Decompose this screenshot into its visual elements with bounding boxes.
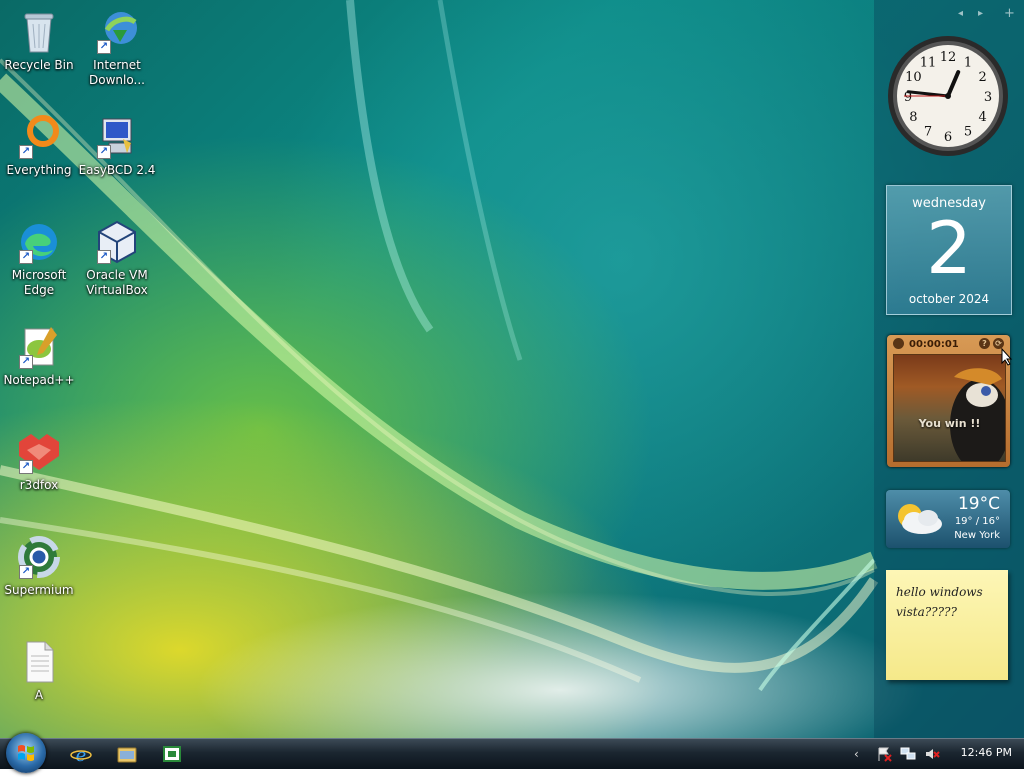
clock-face: 1234567891011 12 [888, 36, 1008, 156]
recycle-bin-icon [15, 8, 63, 56]
desktop-icon-virtualbox[interactable]: ↗ Oracle VM VirtualBox [78, 218, 156, 298]
explorer-folder-icon[interactable] [116, 744, 138, 764]
weather-gadget[interactable]: 19°C 19° / 16° New York [886, 490, 1010, 548]
desktop-icon-recycle-bin[interactable]: Recycle Bin [0, 8, 78, 73]
internet-explorer-icon[interactable]: e [70, 744, 92, 764]
desktop-icon-label: Oracle VM VirtualBox [86, 268, 148, 297]
r3dfox-icon: ↗ [15, 428, 63, 476]
show-hidden-icons-icon[interactable]: ‹ [854, 746, 870, 762]
previous-icon[interactable]: ◂ [958, 8, 963, 19]
desktop-icon-label: A [34, 688, 44, 702]
weather-city: New York [954, 530, 1000, 541]
calendar-gadget[interactable]: wednesday 2 october 2024 [886, 185, 1012, 315]
desktop-icon-r3dfox[interactable]: ↗ r3dfox [0, 428, 78, 493]
system-tray: ‹ 12:46 PM [854, 739, 1024, 769]
weather-temperature: 19°C [957, 494, 1000, 514]
calendar-month-year: october 2024 [908, 292, 990, 306]
puzzle-picture[interactable]: You win !! [893, 354, 1006, 462]
notepad-plus-plus-icon: ↗ [15, 323, 63, 371]
desktop-icon-label: Notepad++ [3, 373, 75, 387]
desktop-icon-label: Internet Downlo... [89, 58, 145, 87]
add-gadget-icon[interactable]: + [1004, 6, 1015, 21]
desktop-icon-label: Microsoft Edge [11, 268, 67, 297]
desktop-icon-internet-download-manager[interactable]: ↗ Internet Downlo... [78, 8, 156, 88]
desktop: Recycle Bin ↗ Internet Downlo... ↗ Every… [0, 0, 1024, 738]
mouse-cursor-icon [1001, 348, 1013, 366]
timer-icon [893, 338, 904, 349]
desktop-icon-microsoft-edge[interactable]: ↗ Microsoft Edge [0, 218, 78, 298]
clock-numeral: 1 [964, 55, 972, 70]
clock-numeral: 11 [920, 55, 937, 70]
easybcd-icon: ↗ [93, 113, 141, 161]
note-text[interactable]: hello windows vista????? [896, 582, 1000, 622]
wallpaper-waves [0, 0, 879, 692]
desktop-icon-text-file[interactable]: A [0, 638, 78, 703]
everything-search-icon: ↗ [15, 113, 63, 161]
volume-muted-icon[interactable] [924, 746, 940, 762]
clock-gadget[interactable]: 1 2 3 4 5 6 7 8 9 10 11 12 [886, 34, 1010, 158]
puzzle-win-message: You win !! [918, 417, 981, 430]
clock-numeral: 2 [978, 70, 986, 85]
action-center-flag-icon[interactable] [876, 746, 892, 762]
desktop-icon-easybcd[interactable]: ↗ EasyBCD 2.4 [78, 113, 156, 178]
text-document-icon [15, 638, 63, 686]
clock-numeral: 12 [940, 50, 957, 65]
clock-numeral: 6 [944, 130, 952, 145]
clock-numeral: 7 [924, 125, 932, 140]
desktop-icon-notepad-plus-plus[interactable]: ↗ Notepad++ [0, 323, 78, 388]
next-icon[interactable]: ▸ [978, 8, 983, 19]
clock-numeral: 8 [909, 110, 917, 125]
sidebar-controls: ◂ ▸ + [950, 6, 1020, 22]
virtualbox-icon: ↗ [93, 218, 141, 266]
clock-numeral: 3 [984, 90, 992, 105]
network-icon[interactable] [900, 746, 916, 762]
desktop-icon-label: EasyBCD 2.4 [78, 163, 156, 177]
desktop-icon-label: r3dfox [19, 478, 59, 492]
app-window-icon[interactable] [161, 744, 183, 764]
desktop-icon-supermium[interactable]: ↗ Supermium [0, 533, 78, 598]
desktop-icon-everything[interactable]: ↗ Everything [0, 113, 78, 178]
internet-download-manager-icon: ↗ [93, 8, 141, 56]
puzzle-toolbar: 00:00:01 ? ⟳ [891, 338, 1006, 352]
desktop-icon-label: Recycle Bin [4, 58, 74, 72]
help-icon[interactable]: ? [979, 338, 990, 349]
puzzle-timer: 00:00:01 [909, 339, 959, 350]
weather-high-low: 19° / 16° [954, 516, 1000, 527]
svg-text:e: e [76, 745, 87, 764]
desktop-icon-label: Supermium [4, 583, 74, 597]
start-button[interactable] [6, 733, 46, 773]
partly-cloudy-icon [898, 504, 942, 534]
taskbar-clock[interactable]: 12:46 PM [961, 746, 1012, 759]
taskbar: e ‹ 12:46 PM [0, 733, 1024, 773]
supermium-icon: ↗ [15, 533, 63, 581]
picture-puzzle-gadget[interactable]: 00:00:01 ? ⟳ You win !! [887, 335, 1010, 467]
notes-gadget[interactable]: hello windows vista????? [886, 570, 1008, 680]
windows-logo-icon [18, 745, 34, 761]
clock-numeral: 4 [978, 110, 986, 125]
calendar-day-number: 2 [926, 206, 972, 290]
toucan-icon [950, 368, 1005, 461]
clock-numeral: 5 [964, 125, 972, 140]
edge-icon: ↗ [15, 218, 63, 266]
clock-numeral: 10 [905, 70, 922, 85]
desktop-icon-label: Everything [6, 163, 72, 177]
